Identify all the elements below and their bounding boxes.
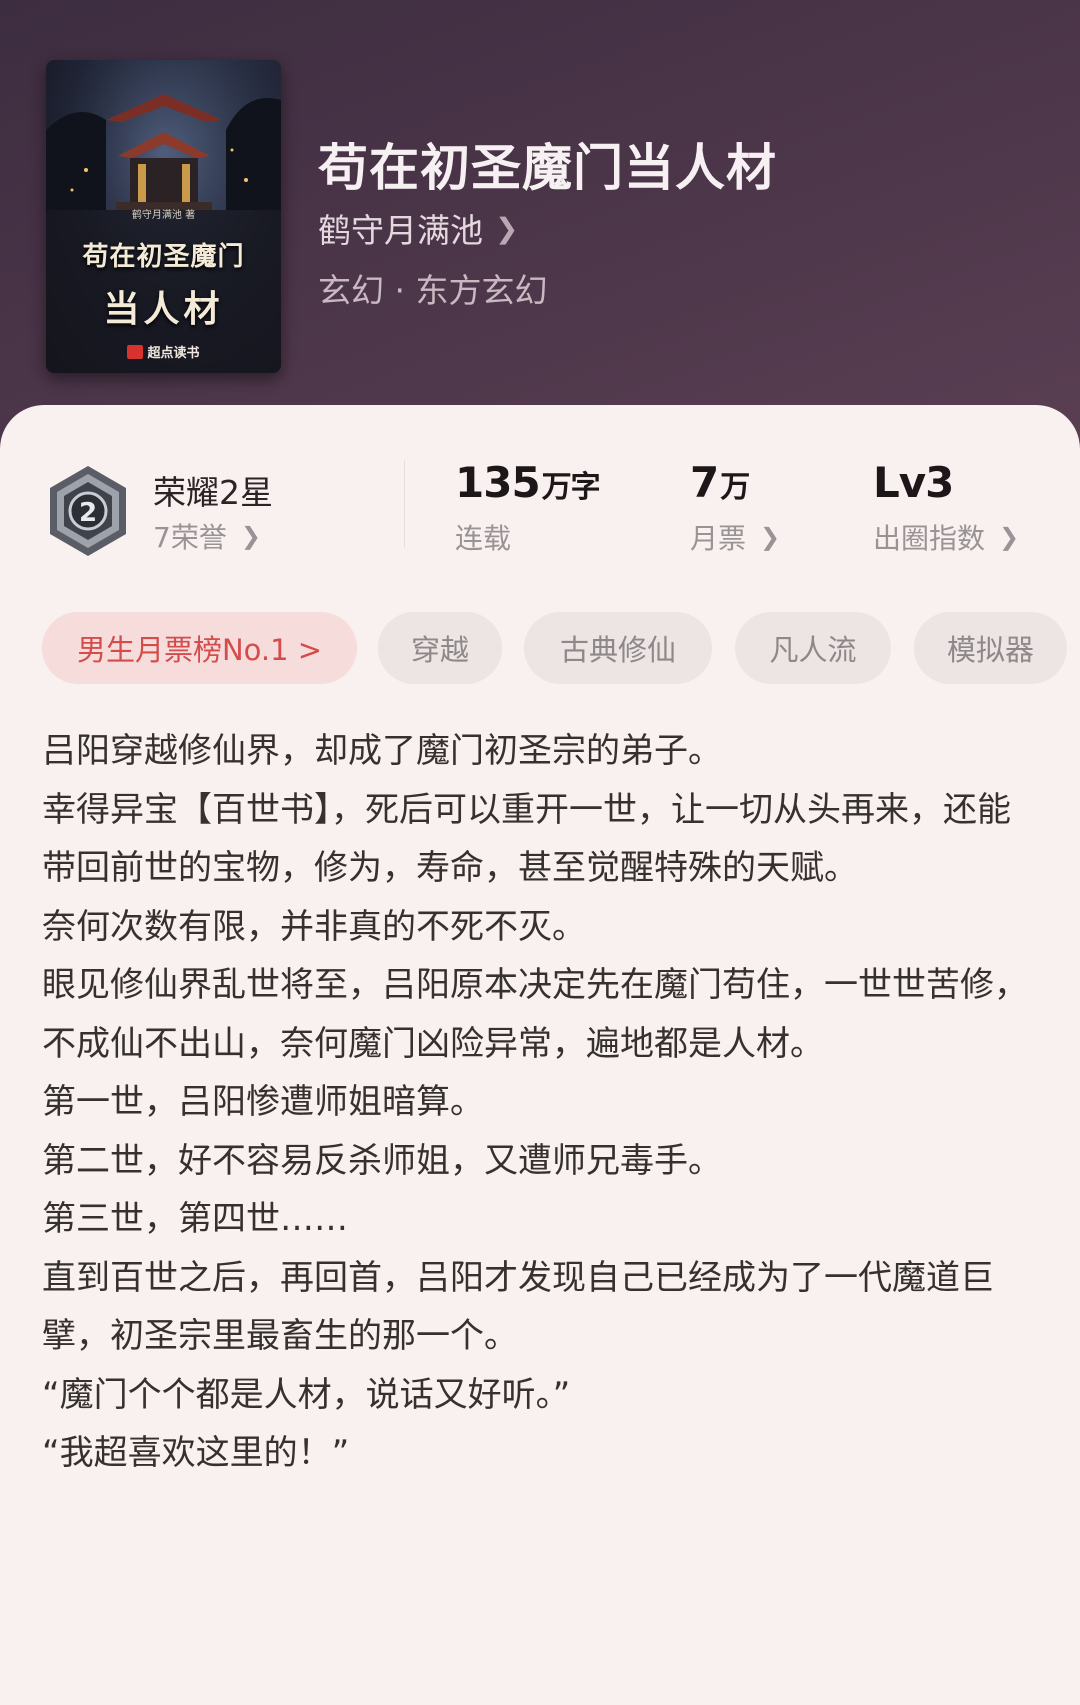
cover-author-text: 鹤守月满池 著	[131, 210, 196, 221]
divider	[404, 460, 405, 548]
book-description[interactable]: 吕阳穿越修仙界，却成了魔门初圣宗的弟子。 幸得异宝【百世书】，死后可以重开一世，…	[42, 722, 1042, 1483]
tag-rank-monthly[interactable]: 男生月票榜No.1 >	[42, 612, 357, 684]
stat-monthly-tickets[interactable]: 7万 月票 ❯	[690, 458, 780, 557]
cover-publisher: 超点读书	[46, 342, 281, 361]
description-paragraph: 第二世，好不容易反杀师姐，又遭师兄毒手。	[42, 1140, 722, 1181]
badge-number: 2	[79, 498, 97, 528]
book-genre: 玄幻 · 东方玄幻	[318, 271, 548, 310]
book-title: 苟在初圣魔门当人材	[318, 138, 777, 197]
stat-label: 月票	[690, 522, 747, 555]
honor-count: 7荣誉	[153, 521, 227, 554]
description-paragraph: “我超喜欢这里的！”	[42, 1433, 350, 1473]
publisher-name: 超点读书	[147, 346, 200, 361]
tag-item[interactable]: 凡人流	[735, 612, 891, 684]
description-paragraph: 第一世，吕阳惨遭师姐暗算。	[42, 1082, 484, 1122]
stat-value: 7	[690, 458, 719, 507]
tag-item[interactable]: 模拟器	[914, 612, 1067, 684]
description-paragraph: “魔门个个都是人材，说话又好听。”	[42, 1374, 571, 1415]
description-paragraph: 第三世，第四世……	[42, 1199, 348, 1239]
stat-label: 连载	[455, 522, 512, 555]
stat-label: 出圈指数	[873, 522, 986, 555]
stat-unit: 万	[720, 470, 750, 505]
cover-title-line2: 当人材	[103, 288, 224, 330]
description-paragraph: 幸得异宝【百世书】，死后可以重开一世，让一切从头再来，还能带回前世的宝物，修为，…	[42, 789, 1011, 889]
stat-unit: 万字	[541, 470, 601, 505]
description-paragraph: 直到百世之后，再回首，吕阳才发现自己已经成为了一代魔道巨擘，初圣宗里最畜生的那一…	[42, 1257, 994, 1357]
book-cover[interactable]: 鹤守月满池 著 苟在初圣魔门 当人材 超点读书	[46, 60, 281, 373]
tag-item[interactable]: 古典修仙	[524, 612, 712, 684]
chevron-right-icon: ❯	[240, 522, 261, 550]
chevron-right-icon: ❯	[495, 211, 519, 245]
description-paragraph: 吕阳穿越修仙界，却成了魔门初圣宗的弟子。	[42, 731, 722, 771]
chevron-right-icon: ❯	[760, 523, 781, 551]
stat-popularity-index[interactable]: Lv3 出圈指数 ❯	[873, 458, 1019, 557]
description-paragraph: 眼见修仙界乱世将至，吕阳原本决定先在魔门苟住，一世世苦修，不成仙不出山，奈何魔门…	[42, 965, 1028, 1064]
stat-word-count: 135万字 连载	[455, 458, 601, 557]
publisher-logo-icon	[127, 345, 144, 359]
author-name: 鹤守月满池	[318, 211, 483, 250]
description-paragraph: 奈何次数有限，并非真的不死不灭。	[42, 906, 586, 947]
stat-value: Lv3	[873, 458, 954, 507]
honor-badge-icon[interactable]: 2	[46, 464, 130, 558]
stat-value: 135	[455, 458, 541, 507]
honor-link[interactable]: 7荣誉 ❯	[153, 516, 261, 556]
chevron-right-icon: ❯	[999, 523, 1020, 551]
honor-title: 荣耀2星	[153, 473, 273, 512]
cover-title-line1: 苟在初圣魔门	[82, 242, 245, 272]
author-link[interactable]: 鹤守月满池 ❯	[318, 204, 518, 252]
tag-item[interactable]: 穿越	[378, 612, 502, 684]
